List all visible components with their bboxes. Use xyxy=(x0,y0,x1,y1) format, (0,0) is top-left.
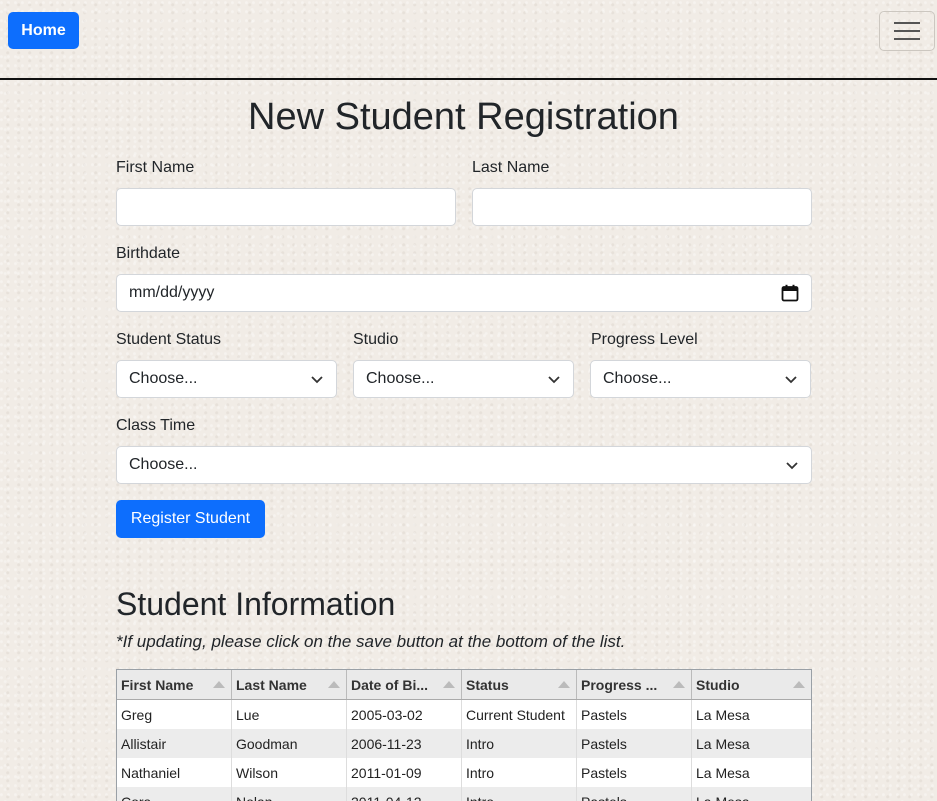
column-header-studio[interactable]: Studio xyxy=(692,670,811,699)
birthdate-placeholder: mm/dd/yyyy xyxy=(129,284,215,301)
last-name-label: Last Name xyxy=(472,159,550,176)
table-cell[interactable]: La Mesa xyxy=(692,729,811,758)
studio-select[interactable]: Choose... xyxy=(353,360,574,398)
sort-arrow-icon[interactable] xyxy=(213,681,225,688)
table-cell[interactable]: La Mesa xyxy=(692,787,811,801)
page-title: New Student Registration xyxy=(248,96,679,138)
table-cell[interactable]: 2005-03-02 xyxy=(347,700,462,729)
table-cell[interactable]: Goodman xyxy=(232,729,347,758)
column-header-progress[interactable]: Progress ... xyxy=(577,670,692,699)
column-header-first-name[interactable]: First Name xyxy=(117,670,232,699)
table-cell[interactable]: Wilson xyxy=(232,758,347,787)
class-time-label: Class Time xyxy=(116,417,196,434)
table-row[interactable]: Greg Lue 2005-03-02 Current Student Past… xyxy=(117,700,811,729)
student-information-title: Student Information xyxy=(116,586,396,622)
progress-level-select[interactable]: Choose... xyxy=(590,360,811,398)
chevron-down-icon xyxy=(786,462,798,470)
sort-arrow-icon[interactable] xyxy=(558,681,570,688)
first-name-label: First Name xyxy=(116,159,195,176)
progress-level-value: Choose... xyxy=(603,370,672,387)
student-table: First Name Last Name Date of Bi... Statu… xyxy=(116,669,812,801)
class-time-select[interactable]: Choose... xyxy=(116,446,812,484)
table-cell[interactable]: Intro xyxy=(462,787,577,801)
table-cell[interactable]: Allistair xyxy=(117,729,232,758)
hamburger-icon xyxy=(894,22,920,40)
progress-level-label: Progress Level xyxy=(591,331,698,348)
student-status-select[interactable]: Choose... xyxy=(116,360,337,398)
table-cell[interactable]: Nathaniel xyxy=(117,758,232,787)
studio-label: Studio xyxy=(353,331,399,348)
table-cell[interactable]: Lue xyxy=(232,700,347,729)
table-cell[interactable]: 2011-04-12 xyxy=(347,787,462,801)
table-cell[interactable]: Pastels xyxy=(577,729,692,758)
table-cell[interactable]: La Mesa xyxy=(692,700,811,729)
sort-arrow-icon[interactable] xyxy=(673,681,685,688)
menu-toggle-button[interactable] xyxy=(879,11,935,51)
calendar-icon[interactable] xyxy=(781,284,799,302)
table-cell[interactable]: 2011-01-09 xyxy=(347,758,462,787)
column-header-label: Studio xyxy=(696,676,740,693)
first-name-input[interactable] xyxy=(116,188,456,226)
chevron-down-icon xyxy=(548,376,560,384)
table-cell[interactable]: Intro xyxy=(462,758,577,787)
table-cell[interactable]: Nolan xyxy=(232,787,347,801)
birthdate-label: Birthdate xyxy=(116,245,181,262)
column-header-label: Status xyxy=(466,676,509,693)
table-cell[interactable]: Intro xyxy=(462,729,577,758)
home-button[interactable]: Home xyxy=(8,12,79,49)
class-time-value: Choose... xyxy=(129,456,198,473)
table-row[interactable]: Nathaniel Wilson 2011-01-09 Intro Pastel… xyxy=(117,758,811,787)
table-cell[interactable]: Greg xyxy=(117,700,232,729)
table-cell[interactable]: La Mesa xyxy=(692,758,811,787)
sort-arrow-icon[interactable] xyxy=(793,681,805,688)
sort-arrow-icon[interactable] xyxy=(328,681,340,688)
column-header-last-name[interactable]: Last Name xyxy=(232,670,347,699)
column-header-label: First Name xyxy=(121,676,194,693)
studio-value: Choose... xyxy=(366,370,435,387)
table-row[interactable]: Cora Nolan 2011-04-12 Intro Pastels La M… xyxy=(117,787,811,801)
table-cell[interactable]: Cora xyxy=(117,787,232,801)
sort-arrow-icon[interactable] xyxy=(443,681,455,688)
navbar: Home xyxy=(0,0,937,80)
column-header-date-of-birth[interactable]: Date of Bi... xyxy=(347,670,462,699)
column-header-label: Date of Bi... xyxy=(351,676,429,693)
column-header-label: Last Name xyxy=(236,676,307,693)
last-name-input[interactable] xyxy=(472,188,812,226)
table-cell[interactable]: Current Student xyxy=(462,700,577,729)
table-cell[interactable]: Pastels xyxy=(577,758,692,787)
column-header-label: Progress ... xyxy=(581,676,658,693)
table-cell[interactable]: 2006-11-23 xyxy=(347,729,462,758)
chevron-down-icon xyxy=(311,376,323,384)
student-status-value: Choose... xyxy=(129,370,198,387)
table-row[interactable]: Allistair Goodman 2006-11-23 Intro Paste… xyxy=(117,729,811,758)
birthdate-input[interactable]: mm/dd/yyyy xyxy=(116,274,812,312)
register-student-button[interactable]: Register Student xyxy=(116,500,265,538)
table-cell[interactable]: Pastels xyxy=(577,787,692,801)
chevron-down-icon xyxy=(785,376,797,384)
student-status-label: Student Status xyxy=(116,331,221,348)
table-cell[interactable]: Pastels xyxy=(577,700,692,729)
table-header: First Name Last Name Date of Bi... Statu… xyxy=(117,670,811,700)
column-header-status[interactable]: Status xyxy=(462,670,577,699)
update-note: *If updating, please click on the save b… xyxy=(116,632,626,651)
